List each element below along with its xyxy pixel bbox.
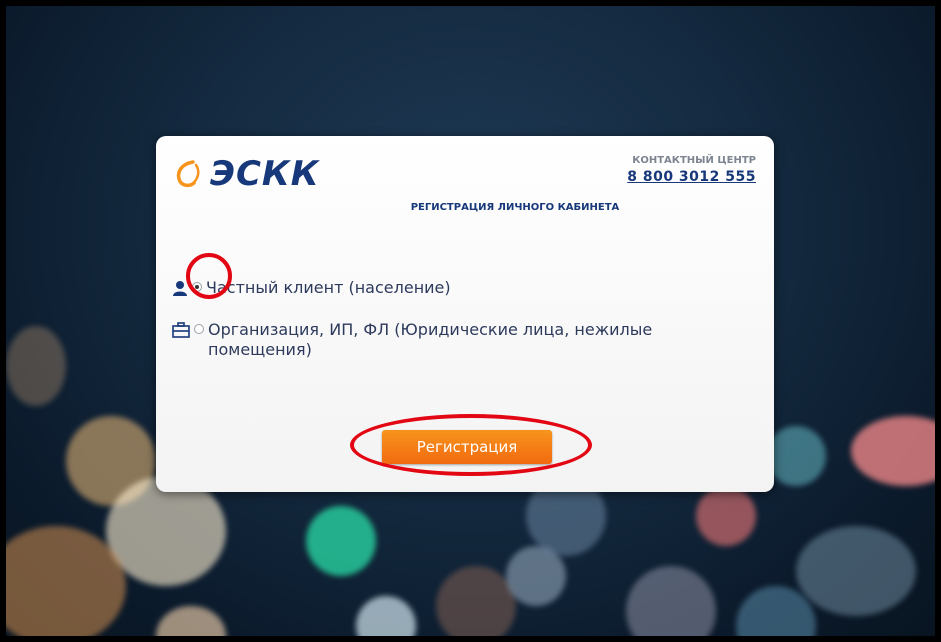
option-private-client-label: Частный клиент (население) <box>206 278 451 297</box>
brand-logo[interactable]: ЭСКК <box>174 154 320 194</box>
radio-organization[interactable] <box>194 324 204 334</box>
page-title: РЕГИСТРАЦИЯ ЛИЧНОГО КАБИНЕТА <box>410 202 620 213</box>
option-organization[interactable]: Организация, ИП, ФЛ (Юридические лица, н… <box>172 320 732 360</box>
person-icon <box>173 281 187 296</box>
registration-card: ЭСКК КОНТАКТНЫЙ ЦЕНТР 8 800 3012 555 РЕГ… <box>156 136 774 492</box>
register-button[interactable]: Регистрация <box>382 430 552 464</box>
contact-phone-link[interactable]: 8 800 3012 555 <box>627 169 756 185</box>
page-background: ЭСКК КОНТАКТНЫЙ ЦЕНТР 8 800 3012 555 РЕГ… <box>4 4 937 638</box>
contact-center-label: КОНТАКТНЫЙ ЦЕНТР <box>632 155 756 166</box>
option-private-client[interactable]: Частный клиент (население) <box>172 278 451 297</box>
swoosh-logo-icon <box>176 160 200 188</box>
brand-name: ЭСКК <box>210 154 320 194</box>
radio-private-client[interactable] <box>192 282 202 292</box>
option-organization-label: Организация, ИП, ФЛ (Юридические лица, н… <box>208 320 653 359</box>
